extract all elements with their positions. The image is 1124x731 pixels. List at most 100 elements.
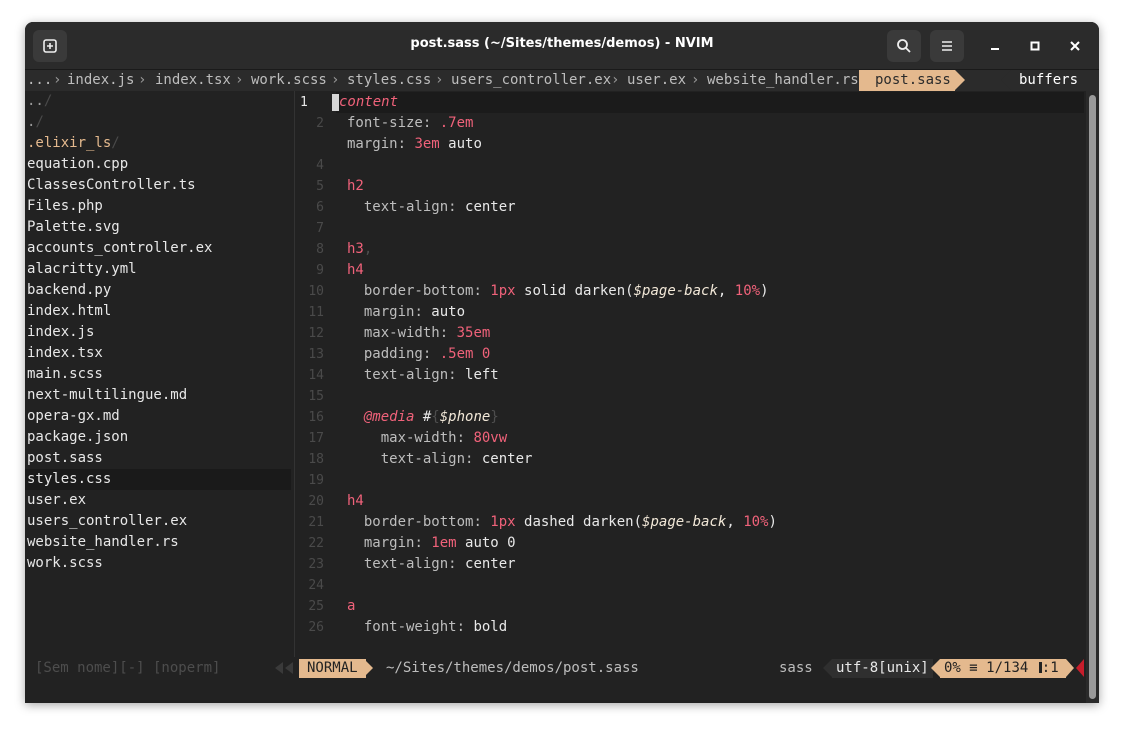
tree-item-label: website_handler.rs — [27, 534, 179, 550]
cursor-column: :1 — [1041, 660, 1059, 676]
code-token: ) — [760, 283, 769, 299]
tree-item[interactable]: ./ — [27, 112, 44, 133]
tab-separator: › — [691, 72, 700, 88]
code-token: : — [448, 367, 466, 383]
tree-item[interactable]: index.tsx — [27, 343, 103, 364]
line-number: 1 — [300, 95, 308, 110]
code-line: @media #{$phone} — [347, 407, 499, 428]
tab-styles-css[interactable]: styles.css — [347, 70, 431, 91]
code-token: : — [414, 304, 432, 320]
code-line: h2 — [347, 176, 364, 197]
tree-item[interactable]: index.html — [27, 301, 111, 322]
menu-button[interactable] — [930, 30, 964, 62]
mode-arrow — [364, 659, 373, 677]
line-number: 6 — [316, 200, 324, 215]
tree-item[interactable]: Palette.svg — [27, 217, 120, 238]
folder-suffix: / — [43, 93, 53, 109]
code-token: vw — [490, 430, 508, 446]
vertical-scrollbar[interactable] — [1086, 91, 1099, 703]
scrollbar-thumb[interactable] — [1089, 95, 1096, 699]
code-token: : — [448, 556, 466, 572]
search-icon — [897, 39, 911, 53]
tree-item[interactable]: ClassesController.ts — [27, 175, 196, 196]
code-token: 3 — [414, 136, 423, 152]
code-token: : — [456, 430, 474, 446]
tree-item[interactable]: next-multilingue.md — [27, 385, 187, 406]
code-token: 0 — [473, 346, 491, 362]
tree-item-label: alacritty.yml — [27, 261, 137, 277]
close-button[interactable] — [1065, 36, 1085, 56]
tree-item[interactable]: package.json — [27, 427, 128, 448]
tree-item[interactable]: index.js — [27, 322, 94, 343]
code-token: border-bottom — [347, 283, 474, 299]
code-token: $page-back — [642, 514, 727, 530]
code-token: em — [473, 325, 491, 341]
tree-item[interactable]: styles.css — [27, 469, 111, 490]
tab-index-tsx[interactable]: index.tsx — [155, 70, 231, 91]
search-button[interactable] — [887, 30, 921, 62]
code-token: em — [439, 535, 457, 551]
tab-index-js[interactable]: index.js — [67, 70, 134, 91]
tree-item[interactable]: ../ — [27, 91, 52, 112]
tree-item-label: index.html — [27, 303, 112, 319]
tab-overflow[interactable]: ... — [27, 70, 52, 91]
code-token: : — [448, 199, 466, 215]
tree-item[interactable]: Files.php — [27, 196, 103, 217]
code-token: text-align — [347, 367, 449, 383]
tree-item[interactable]: post.sass — [27, 448, 103, 469]
tree-item[interactable]: backend.py — [27, 280, 111, 301]
command-line[interactable] — [25, 680, 1086, 703]
tree-item-label: Palette.svg — [27, 219, 120, 235]
tree-item[interactable]: website_handler.rs — [27, 532, 179, 553]
tab-work-scss[interactable]: work.scss — [251, 70, 327, 91]
code-token: border-bottom — [347, 514, 474, 530]
code-token: text-align — [347, 556, 449, 572]
tree-item[interactable]: user.ex — [27, 490, 86, 511]
tree-item-label: styles.css — [27, 471, 112, 487]
code-token: .7 — [439, 115, 457, 131]
code-token: 10 — [743, 514, 761, 530]
code-token: margin — [347, 304, 415, 320]
tree-item[interactable]: .elixir_ls/ — [27, 133, 120, 154]
tab-active-post-sass[interactable]: post.sass — [859, 70, 965, 91]
code-token: $phone — [439, 409, 491, 425]
position-arrow — [931, 659, 940, 677]
tab-website-handler-rs[interactable]: website_handler.rs — [707, 70, 859, 91]
line-number: 14 — [308, 368, 324, 383]
tab-user-ex[interactable]: user.ex — [627, 70, 686, 91]
minimize-button[interactable] — [985, 36, 1005, 56]
line-number: 9 — [316, 263, 324, 278]
tabline: ... › index.js › index.tsx › work.scss ›… — [25, 70, 1099, 91]
tree-item[interactable]: alacritty.yml — [27, 259, 137, 280]
tree-item[interactable]: main.scss — [27, 364, 103, 385]
code-token: : — [456, 619, 474, 635]
tree-item[interactable]: equation.cpp — [27, 154, 128, 175]
code-token: $page-back — [633, 283, 718, 299]
tab-users-controller-ex[interactable]: users_controller.ex — [451, 70, 611, 91]
code-token: h3 — [347, 241, 364, 257]
code-token: max-width — [347, 325, 440, 341]
status-arrow-left — [275, 662, 283, 674]
tree-item[interactable]: accounts_controller.ex — [27, 238, 212, 259]
line-number: 26 — [308, 620, 324, 635]
line-number: 8 — [316, 242, 324, 257]
code-token: : — [397, 136, 415, 152]
tree-item-label: main.scss — [27, 366, 103, 382]
code-line: h4 — [347, 260, 364, 281]
text-cursor — [332, 94, 339, 111]
tree-item-label: accounts_controller.ex — [27, 240, 213, 256]
editor-pane[interactable]: 1 2 4 5 6 7 8 9 10 11 12 13 14 15 16 17 18 19 20 21 22 23 24 25… — [296, 91, 1086, 657]
code-token: h4 — [347, 493, 364, 509]
code-token: h2 — [347, 178, 364, 194]
tree-item[interactable]: users_controller.ex — [27, 511, 187, 532]
tree-item[interactable]: work.scss — [27, 553, 103, 574]
code-token: .5 — [439, 346, 457, 362]
tree-item-label: Files.php — [27, 198, 103, 214]
folder-suffix: / — [35, 114, 44, 130]
code-token: text-align — [347, 199, 449, 215]
code-token: 1 — [431, 535, 440, 551]
code-token: 10 — [734, 283, 752, 299]
maximize-icon — [1030, 41, 1040, 51]
maximize-button[interactable] — [1025, 36, 1045, 56]
tree-item[interactable]: opera-gx.md — [27, 406, 120, 427]
